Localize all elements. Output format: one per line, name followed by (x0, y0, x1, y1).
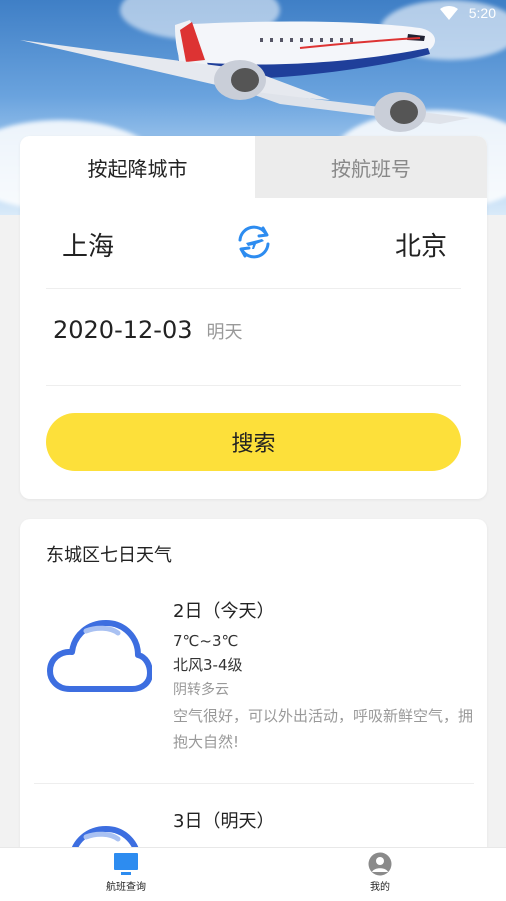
weather-day-date: 2日（今天） (173, 601, 275, 622)
flight-search-card: 按起降城市 按航班号 上海 北京 2020-12-03 明天 搜索 (20, 136, 487, 499)
tab-by-flight-number[interactable]: 按航班号 (255, 136, 487, 198)
tab-by-city[interactable]: 按起降城市 (20, 136, 255, 198)
search-button[interactable]: 搜索 (46, 413, 461, 471)
date-hint: 明天 (206, 322, 243, 343)
weather-title: 东城区七日天气 (46, 545, 172, 566)
weather-day-info: 2日（今天） 7℃~3℃ 北风3-4级 阴转多云 空气很好，可以外出活动，呼吸新… (173, 597, 473, 755)
weather-day-temp: 7℃~3℃ (173, 632, 239, 650)
status-time: 5:20 (468, 5, 496, 21)
divider (46, 288, 461, 289)
date-value: 2020-12-03 (53, 316, 193, 344)
swap-cities-icon[interactable] (234, 222, 274, 262)
arrival-city[interactable]: 北京 (395, 226, 447, 263)
weather-day-date: 3日（明天） (173, 811, 275, 832)
nav-mine[interactable]: 我的 (320, 852, 440, 893)
departure-city[interactable]: 上海 (62, 226, 114, 263)
divider (46, 385, 461, 386)
weather-day-advice: 空气很好，可以外出活动，呼吸新鲜空气，拥抱大自然! (173, 707, 474, 751)
cloud-icon (47, 620, 152, 692)
nav-mine-label: 我的 (370, 882, 390, 893)
weather-day-condition: 阴转多云 (173, 682, 229, 698)
bottom-nav: 航班查询 我的 (0, 847, 506, 901)
user-icon (368, 852, 392, 876)
nav-flights[interactable]: 航班查询 (66, 852, 186, 893)
wifi-icon (440, 6, 458, 20)
search-tabs: 按起降城市 按航班号 (20, 136, 487, 198)
date-picker[interactable]: 2020-12-03 明天 (53, 316, 242, 344)
nav-flights-label: 航班查询 (106, 882, 146, 893)
weather-day-wind: 北风3-4级 (173, 656, 243, 674)
status-bar: 5:20 (0, 0, 506, 28)
weather-card: 东城区七日天气 2日（今天） 7℃~3℃ 北风3-4级 阴转多云 空气很好，可以… (20, 519, 487, 859)
monitor-icon (114, 853, 138, 875)
weather-day-info: 3日（明天） (173, 807, 473, 839)
divider (34, 783, 474, 784)
